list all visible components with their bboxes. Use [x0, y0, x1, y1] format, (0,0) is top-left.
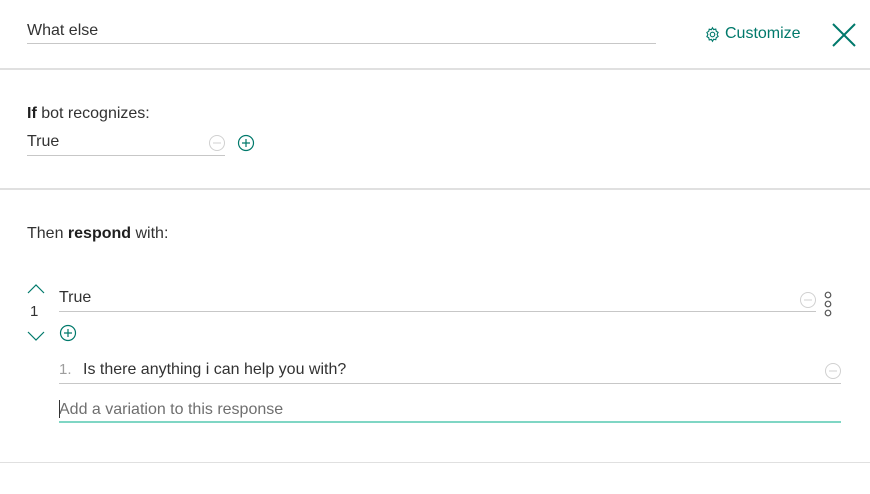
minus-circle-icon[interactable]	[208, 134, 226, 152]
plus-circle-icon[interactable]	[237, 134, 255, 152]
gear-icon	[706, 26, 719, 42]
condition-label: If bot recognizes:	[27, 105, 150, 122]
response-label: Then respond with:	[27, 225, 169, 242]
minus-circle-icon[interactable]	[824, 362, 842, 380]
header-divider	[0, 68, 870, 70]
response-index: 1	[30, 303, 39, 320]
add-variation-input[interactable]	[59, 398, 841, 423]
close-icon[interactable]	[830, 21, 858, 49]
node-name-input[interactable]: What else	[27, 20, 656, 44]
text-cursor	[59, 400, 60, 418]
kebab-menu-icon[interactable]	[821, 291, 835, 317]
response-variation-row[interactable]: 1. Is there anything i can help you with…	[59, 360, 841, 384]
response-condition-input[interactable]: True	[59, 288, 816, 312]
minus-circle-icon[interactable]	[799, 291, 817, 309]
section-divider	[0, 188, 870, 190]
condition-input[interactable]: True	[27, 132, 225, 156]
chevron-down-icon[interactable]	[27, 330, 45, 342]
bottom-divider	[0, 462, 870, 463]
variation-number: 1.	[59, 361, 72, 378]
customize-label: Customize	[725, 25, 801, 42]
plus-circle-icon[interactable]	[59, 324, 77, 342]
customize-button[interactable]: Customize	[704, 23, 801, 45]
chevron-up-icon[interactable]	[27, 283, 45, 295]
variation-text[interactable]: Is there anything i can help you with?	[83, 360, 346, 383]
